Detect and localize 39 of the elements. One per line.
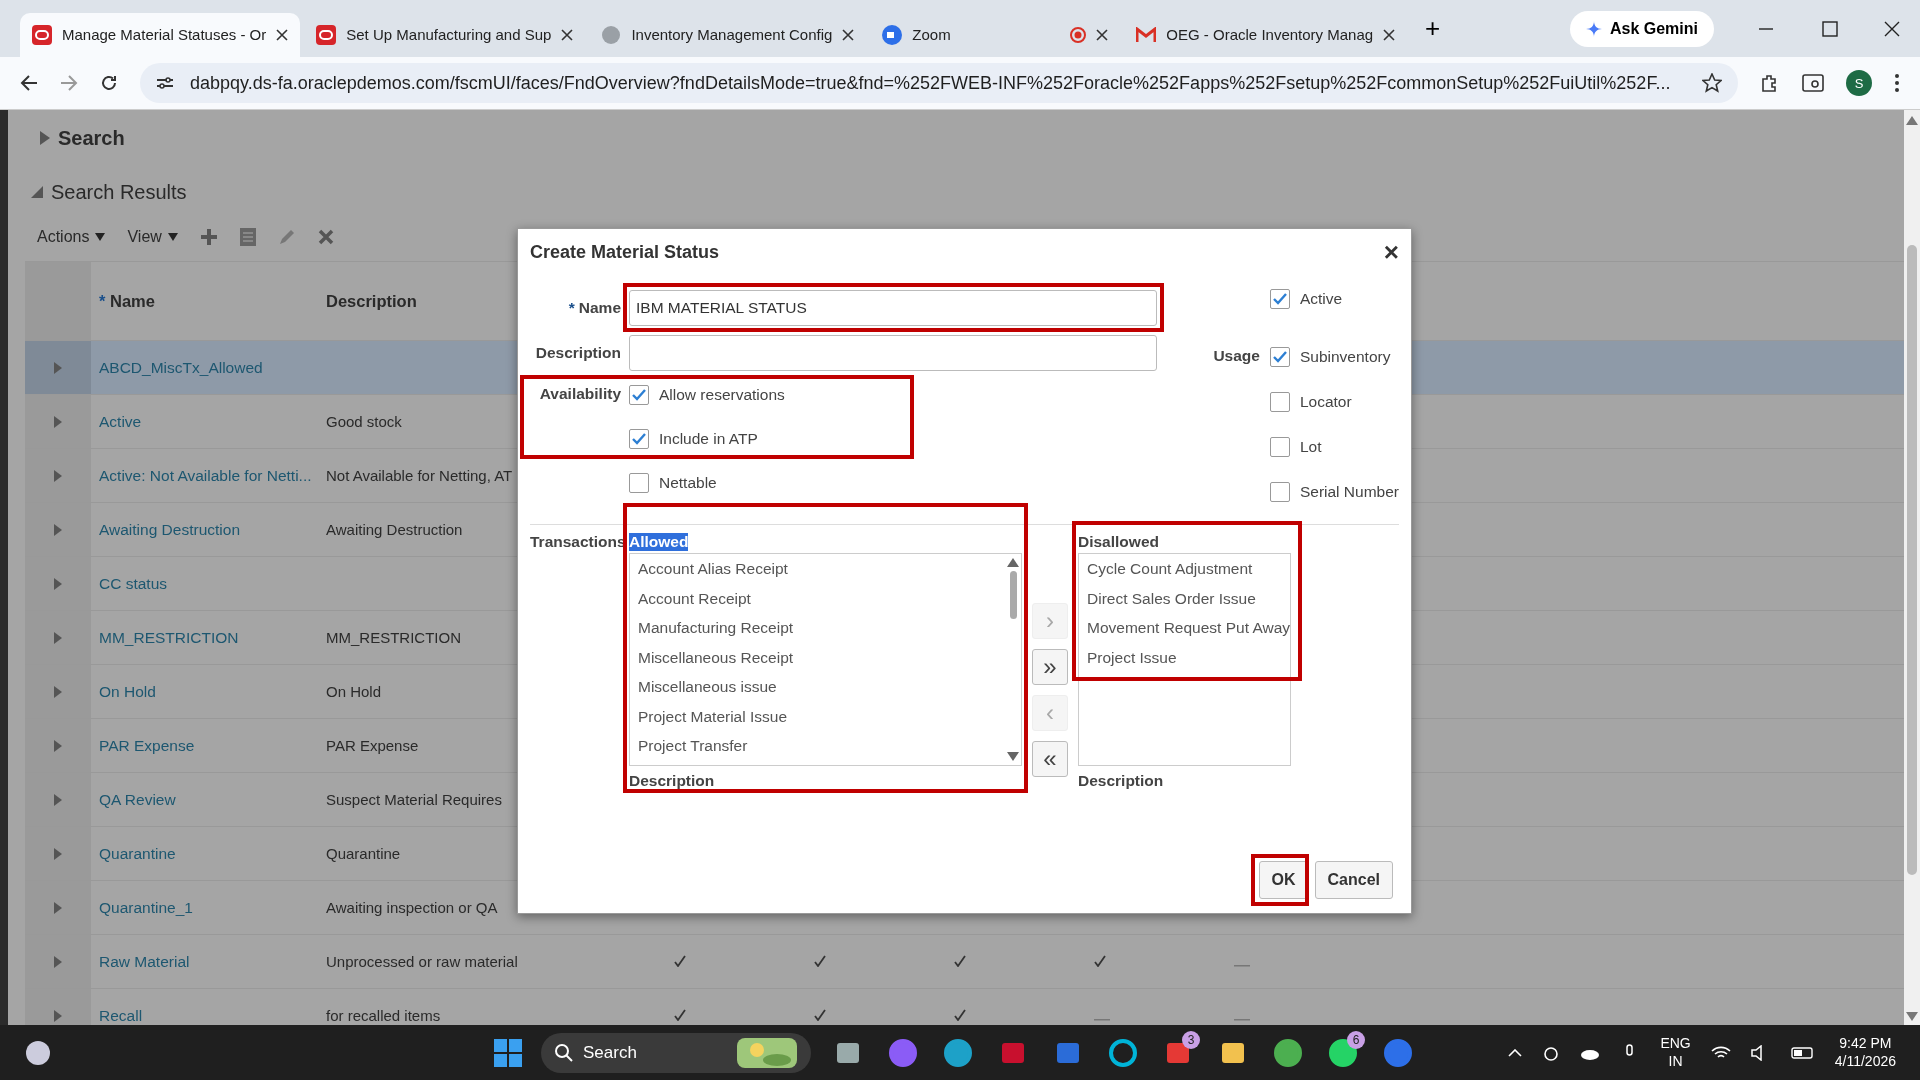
url-text: dabpqy.ds-fa.oraclepdemos.com/fscmUI/faces/FndOverview?fndDetailsMode=true&fnd=%252FWEB-INF%252Foracle%252Fapps%252Fsetup%252FcommonSetup%252FuiUtil%252F... bbox=[190, 72, 1671, 94]
list-header: Disallowed bbox=[1078, 533, 1159, 551]
checkbox-label: Active bbox=[1299, 290, 1343, 308]
table-cell-text: MM_RESTRICTION bbox=[325, 629, 462, 646]
tab-title: Set Up Manufacturing and Sup bbox=[346, 26, 552, 43]
table-cell-text: Awaiting Destruction bbox=[325, 521, 464, 538]
list-footer: Description bbox=[1078, 772, 1164, 790]
table-cell-text: Suspect Material Requires bbox=[325, 791, 503, 808]
field-label: Transactions bbox=[530, 533, 621, 552]
checkbox-label: Locator bbox=[1299, 393, 1352, 411]
table-cell-text: Awaiting inspection or QA bbox=[325, 899, 499, 916]
notification-badge: 6 bbox=[1347, 1030, 1365, 1049]
table-cell-text: Quarantine bbox=[325, 845, 402, 862]
table-cell-text: for recalled items bbox=[325, 1007, 442, 1024]
table-cell-text: On Hold bbox=[325, 683, 383, 700]
field-label: Availability bbox=[538, 385, 621, 404]
required-mark: * bbox=[568, 298, 575, 317]
tab-title: Inventory Management Config bbox=[631, 26, 833, 43]
notification-badge: 3 bbox=[1182, 1030, 1200, 1049]
field-label: Usage bbox=[1212, 347, 1260, 366]
field-label: Name bbox=[578, 298, 621, 317]
table-cell-text: Good stock bbox=[325, 413, 403, 430]
table-cell-text: Not Available for Netting, AT bbox=[325, 467, 514, 484]
table-cell-text: PAR Expense bbox=[325, 737, 420, 754]
tab-title: Manage Material Statuses - Or bbox=[62, 26, 267, 43]
checkbox-label: Include in ATP bbox=[659, 430, 758, 448]
list-footer: Description bbox=[629, 772, 715, 790]
checkbox-label: Serial Number bbox=[1299, 483, 1399, 501]
tab-title: Zoom bbox=[912, 26, 952, 43]
list-header: Allowed bbox=[629, 533, 689, 551]
checkbox-label: Subinventory bbox=[1299, 348, 1391, 366]
checkbox-label: Nettable bbox=[659, 474, 717, 492]
checkbox-label: Allow reservations bbox=[659, 386, 785, 404]
tab-title: OEG - Oracle Inventory Manag bbox=[1166, 26, 1374, 43]
table-cell-text: Unprocessed or raw material bbox=[325, 953, 519, 970]
dialog-title: Create Material Status bbox=[530, 241, 720, 263]
field-label: Description bbox=[534, 343, 621, 362]
required-mark: * bbox=[99, 291, 107, 310]
checkbox-label: Lot bbox=[1299, 438, 1322, 456]
